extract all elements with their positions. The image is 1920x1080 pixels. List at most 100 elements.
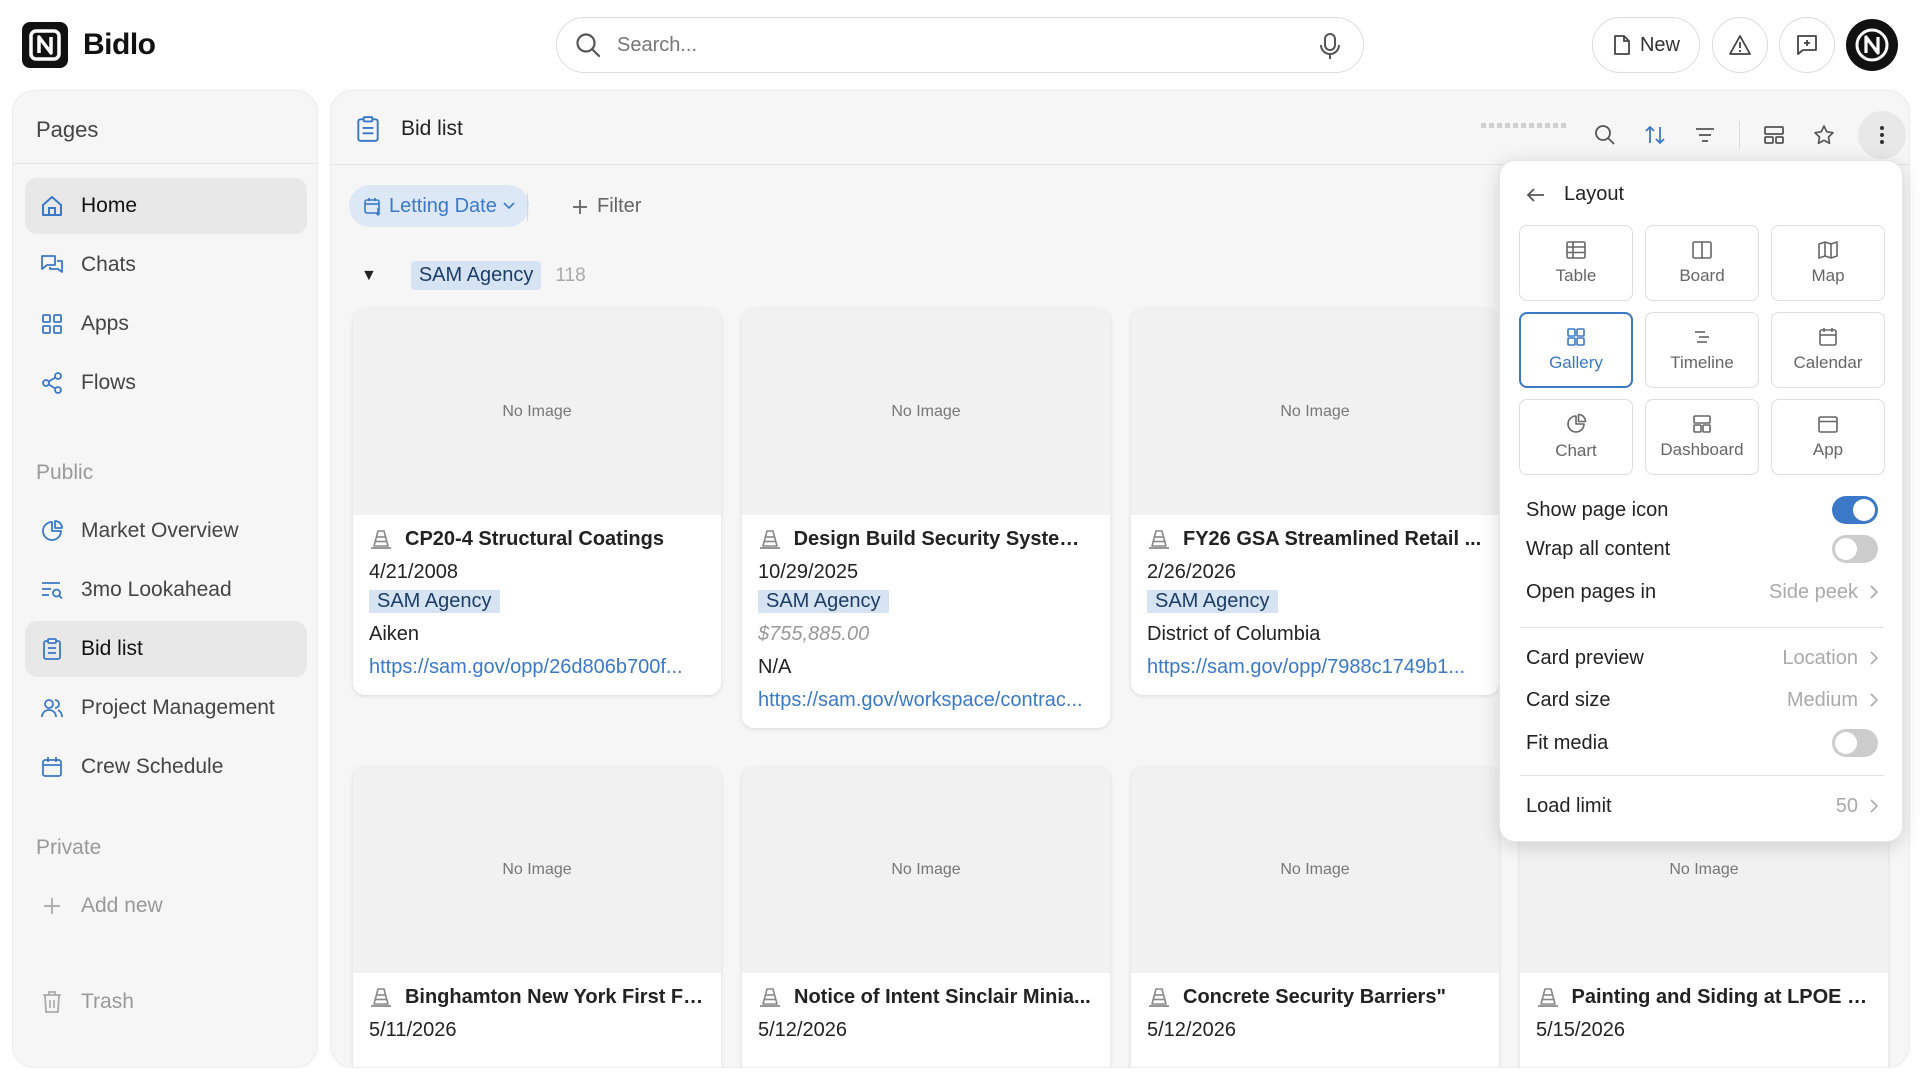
sidebar-item-home[interactable]: Home xyxy=(25,178,307,234)
card-location: District of Columbia xyxy=(1147,623,1321,645)
bidlo-logo[interactable] xyxy=(22,22,68,68)
gallery-card[interactable]: No Image FY26 GSA Streamlined Retail ...… xyxy=(1131,309,1499,695)
sidebar-item-label: Project Management xyxy=(81,696,275,719)
layout-option-calendar[interactable]: Calendar xyxy=(1771,312,1885,388)
layout-option-table[interactable]: Table xyxy=(1519,225,1633,301)
star-icon[interactable] xyxy=(1808,119,1840,151)
layout-option-board[interactable]: Board xyxy=(1645,225,1759,301)
gallery-card[interactable]: No Image CP20-4 Structural Coatings 4/21… xyxy=(353,309,721,695)
setting-card-size[interactable]: Card size Medium xyxy=(1526,685,1878,715)
warning-icon xyxy=(1728,34,1752,56)
more-options-button[interactable] xyxy=(1858,111,1906,159)
search-input[interactable] xyxy=(617,30,1267,60)
layout-option-label: App xyxy=(1812,440,1844,459)
popover-divider xyxy=(1520,775,1884,776)
card-link[interactable]: https://sam.gov/opp/7988c1749b1... xyxy=(1147,656,1483,679)
traffic-cone-icon xyxy=(1536,985,1560,1009)
sidebar-item-label: Flows xyxy=(81,371,136,394)
search-bar[interactable] xyxy=(556,17,1364,73)
sidebar-item-market-overview[interactable]: Market Overview xyxy=(25,503,307,559)
group-tag: SAM Agency xyxy=(410,261,542,290)
user-avatar[interactable] xyxy=(1846,19,1898,71)
app-window-icon xyxy=(1817,414,1839,434)
setting-load-limit[interactable]: Load limit 50 xyxy=(1526,791,1878,821)
card-image-placeholder: No Image xyxy=(353,309,721,515)
filter-lines-icon[interactable] xyxy=(1689,119,1721,151)
setting-label: Card size xyxy=(1526,688,1611,711)
setting-value: 50 xyxy=(1835,794,1858,817)
back-arrow-icon[interactable] xyxy=(1526,187,1546,203)
sidebar-item-project-management[interactable]: Project Management xyxy=(25,680,307,736)
sidebar-item-label: Add new xyxy=(81,894,163,917)
collapse-triangle-icon[interactable]: ▼ xyxy=(361,267,377,285)
clipboard-icon xyxy=(39,636,65,662)
layout-option-dashboard[interactable]: Dashboard xyxy=(1645,399,1759,475)
apps-grid-icon xyxy=(39,311,65,337)
gallery-card[interactable]: No Image Binghamton New York First Fl...… xyxy=(353,767,721,1067)
group-header[interactable]: ▼ SAM Agency 118 xyxy=(361,261,586,290)
show-page-icon-toggle[interactable] xyxy=(1832,496,1878,524)
sidebar-item-label: Bid list xyxy=(81,637,143,660)
microphone-icon[interactable] xyxy=(1319,32,1341,60)
setting-value: Medium xyxy=(1786,688,1858,711)
add-filter-button[interactable]: Filter xyxy=(571,195,641,218)
sidebar-item-chats[interactable]: Chats xyxy=(25,237,307,293)
card-date: 2/26/2026 xyxy=(1147,561,1236,583)
sidebar-item-3mo-lookahead[interactable]: 3mo Lookahead xyxy=(25,562,307,618)
card-price: $755,885.00 xyxy=(758,623,870,645)
card-agency-tag-row: SAM Agency xyxy=(369,590,705,613)
sidebar-trash[interactable]: Trash xyxy=(25,974,307,1030)
sidebar-item-apps[interactable]: Apps xyxy=(25,296,307,352)
setting-label: Wrap all content xyxy=(1526,537,1671,560)
sidebar-item-crew-schedule[interactable]: Crew Schedule xyxy=(25,739,307,795)
card-title: CP20-4 Structural Coatings xyxy=(405,527,664,550)
wrap-all-content-toggle[interactable] xyxy=(1832,535,1878,563)
traffic-cone-icon xyxy=(1147,527,1171,551)
new-button[interactable]: New xyxy=(1592,17,1700,73)
card-title: Concrete Security Barriers" xyxy=(1183,985,1446,1008)
setting-label: Open pages in xyxy=(1526,580,1657,603)
card-link[interactable]: https://sam.gov/opp/26d806b700f... xyxy=(369,656,705,679)
fit-media-toggle[interactable] xyxy=(1832,729,1878,757)
group-count: 118 xyxy=(555,264,586,286)
layout-icon[interactable] xyxy=(1758,119,1790,151)
card-location: N/A xyxy=(758,656,792,678)
sidebar-item-flows[interactable]: Flows xyxy=(25,355,307,411)
search-icon[interactable] xyxy=(1589,119,1621,151)
layout-option-gallery[interactable]: Gallery xyxy=(1519,312,1633,388)
gallery-card[interactable]: No Image Notice of Intent Sinclair Minia… xyxy=(742,767,1110,1067)
sidebar-add-new[interactable]: Add new xyxy=(25,878,307,934)
card-title: Binghamton New York First Fl... xyxy=(404,985,705,1008)
sort-chip-letting-date[interactable]: Letting Date xyxy=(349,185,529,227)
traffic-cone-icon xyxy=(369,527,393,551)
card-date: 10/29/2025 xyxy=(758,561,859,583)
card-link[interactable]: https://sam.gov/workspace/contrac... xyxy=(758,689,1094,712)
card-image-placeholder: No Image xyxy=(353,767,721,973)
setting-value: Side peek xyxy=(1769,580,1858,603)
gallery-card[interactable]: No Image Concrete Security Barriers" 5/1… xyxy=(1131,767,1499,1067)
gallery-card[interactable]: No Image Design Build Security System ..… xyxy=(742,309,1110,728)
users-icon xyxy=(39,695,65,721)
card-title: FY26 GSA Streamlined Retail ... xyxy=(1183,527,1482,550)
layout-option-chart[interactable]: Chart xyxy=(1519,399,1633,475)
feedback-button[interactable] xyxy=(1779,17,1835,73)
sidebar-item-bid-list[interactable]: Bid list xyxy=(25,621,307,677)
dashboard-icon xyxy=(1691,414,1713,434)
sort-icon[interactable] xyxy=(1639,119,1671,151)
layout-popover: Layout Table Board Map Gallery Timeline … xyxy=(1499,160,1903,842)
layout-option-timeline[interactable]: Timeline xyxy=(1645,312,1759,388)
layout-option-map[interactable]: Map xyxy=(1771,225,1885,301)
brand-name: Bidlo xyxy=(83,28,156,61)
sort-chip-label: Letting Date xyxy=(389,194,497,217)
card-date: 5/12/2026 xyxy=(758,1019,847,1041)
layout-option-app[interactable]: App xyxy=(1771,399,1885,475)
card-title: Design Build Security System ... xyxy=(793,527,1094,550)
setting-open-pages-in[interactable]: Open pages in Side peek xyxy=(1526,577,1878,607)
plus-icon xyxy=(571,198,589,216)
layout-option-label: Map xyxy=(1811,266,1845,285)
card-date: 5/12/2026 xyxy=(1147,1019,1236,1041)
sidebar: Pages Home Chats Apps Flows Public Marke… xyxy=(12,90,318,1068)
setting-card-preview[interactable]: Card preview Location xyxy=(1526,643,1878,673)
alerts-button[interactable] xyxy=(1712,17,1768,73)
setting-label: Card preview xyxy=(1526,646,1644,669)
